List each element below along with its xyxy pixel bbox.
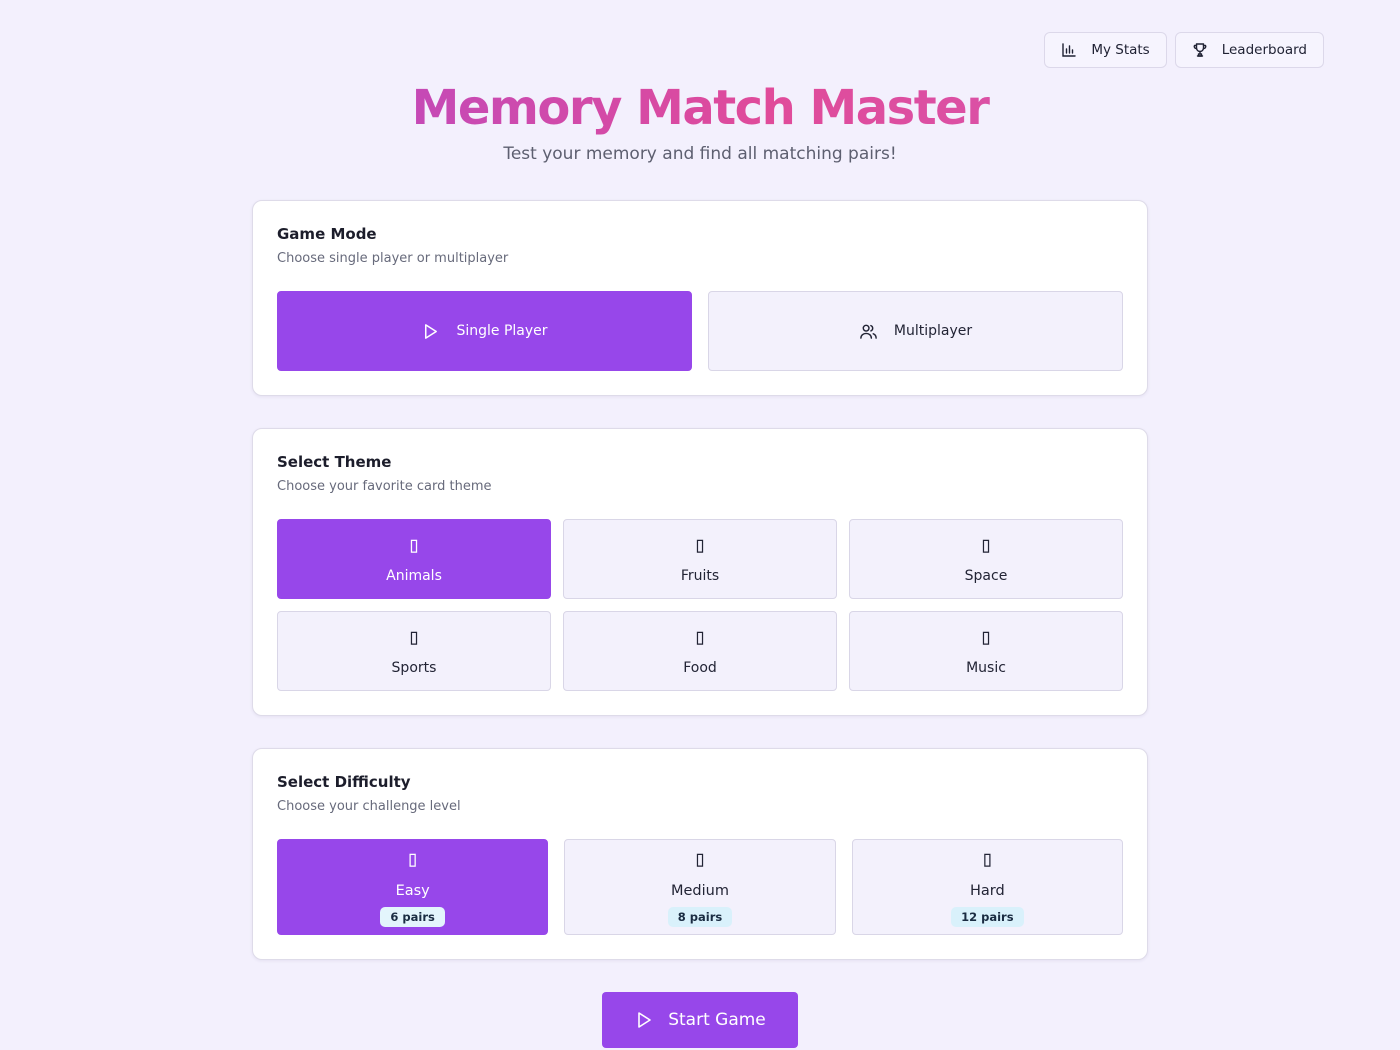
theme-animals-button[interactable]: ▯ Animals bbox=[277, 519, 551, 599]
theme-space-button[interactable]: ▯ Space bbox=[849, 519, 1123, 599]
fruits-emoji-icon: ▯ bbox=[693, 533, 707, 558]
difficulty-card: Select Difficulty Choose your challenge … bbox=[252, 748, 1148, 960]
difficulty-medium-button[interactable]: ▯ Medium 8 pairs bbox=[564, 839, 836, 935]
theme-label: Fruits bbox=[680, 568, 720, 584]
game-mode-description: Choose single player or multiplayer bbox=[277, 251, 509, 266]
difficulty-label: Hard bbox=[969, 883, 1005, 899]
single-player-label: Single Player bbox=[456, 323, 548, 339]
theme-sports-button[interactable]: ▯ Sports bbox=[277, 611, 551, 691]
space-emoji-icon: ▯ bbox=[979, 533, 993, 558]
game-mode-options: Single Player Multiplayer bbox=[277, 291, 1123, 371]
difficulty-hard-button[interactable]: ▯ Hard 12 pairs bbox=[851, 839, 1123, 935]
game-mode-title: Game Mode bbox=[277, 225, 377, 243]
multiplayer-label: Multiplayer bbox=[893, 323, 973, 339]
pairs-badge: 12 pairs bbox=[951, 907, 1024, 927]
multiplayer-button[interactable]: Multiplayer bbox=[708, 291, 1123, 371]
pairs-badge: 6 pairs bbox=[380, 907, 445, 927]
difficulty-description: Choose your challenge level bbox=[277, 799, 461, 814]
difficulty-options: ▯ Easy 6 pairs ▯ Medium 8 pairs ▯ Hard 1… bbox=[277, 839, 1123, 935]
theme-title: Select Theme bbox=[277, 453, 392, 471]
theme-food-button[interactable]: ▯ Food bbox=[563, 611, 837, 691]
theme-label: Animals bbox=[386, 568, 442, 584]
play-icon bbox=[425, 323, 438, 339]
start-game-button[interactable]: Start Game bbox=[602, 992, 798, 1048]
medium-emoji-icon: ▯ bbox=[693, 847, 707, 872]
my-stats-button[interactable]: My Stats bbox=[1044, 32, 1167, 68]
food-emoji-icon: ▯ bbox=[693, 625, 707, 650]
pairs-badge: 8 pairs bbox=[667, 907, 733, 927]
theme-fruits-button[interactable]: ▯ Fruits bbox=[563, 519, 837, 599]
bar-chart-icon bbox=[1062, 43, 1077, 57]
page-subtitle: Test your memory and find all matching p… bbox=[503, 144, 897, 164]
start-game-label: Start Game bbox=[668, 1010, 766, 1030]
hero: Memory Match Master Test your memory and… bbox=[0, 80, 1400, 164]
theme-music-button[interactable]: ▯ Music bbox=[849, 611, 1123, 691]
top-toolbar: My Stats Leaderboard bbox=[1044, 32, 1324, 68]
theme-description: Choose your favorite card theme bbox=[277, 479, 492, 494]
sports-emoji-icon: ▯ bbox=[407, 625, 421, 650]
game-mode-card: Game Mode Choose single player or multip… bbox=[252, 200, 1148, 396]
leaderboard-button[interactable]: Leaderboard bbox=[1174, 32, 1324, 68]
theme-label: Space bbox=[964, 568, 1008, 584]
difficulty-easy-button[interactable]: ▯ Easy 6 pairs bbox=[277, 839, 549, 935]
difficulty-label: Easy bbox=[395, 883, 430, 899]
users-icon bbox=[860, 324, 877, 339]
easy-emoji-icon: ▯ bbox=[406, 847, 420, 872]
play-icon bbox=[638, 1012, 652, 1028]
my-stats-label: My Stats bbox=[1091, 42, 1150, 58]
page-title: Memory Match Master bbox=[0, 80, 1400, 136]
difficulty-label: Medium bbox=[671, 883, 729, 899]
difficulty-title: Select Difficulty bbox=[277, 773, 411, 791]
theme-options: ▯ Animals ▯ Fruits ▯ Space ▯ Sports ▯ Fo… bbox=[277, 519, 1123, 691]
trophy-icon bbox=[1193, 43, 1207, 57]
theme-label: Food bbox=[683, 660, 717, 676]
theme-card: Select Theme Choose your favorite card t… bbox=[252, 428, 1148, 716]
leaderboard-label: Leaderboard bbox=[1221, 42, 1307, 58]
theme-label: Music bbox=[966, 660, 1006, 676]
animals-emoji-icon: ▯ bbox=[407, 533, 421, 558]
single-player-button[interactable]: Single Player bbox=[277, 291, 692, 371]
hard-emoji-icon: ▯ bbox=[980, 847, 994, 872]
theme-label: Sports bbox=[391, 660, 437, 676]
music-emoji-icon: ▯ bbox=[979, 625, 993, 650]
